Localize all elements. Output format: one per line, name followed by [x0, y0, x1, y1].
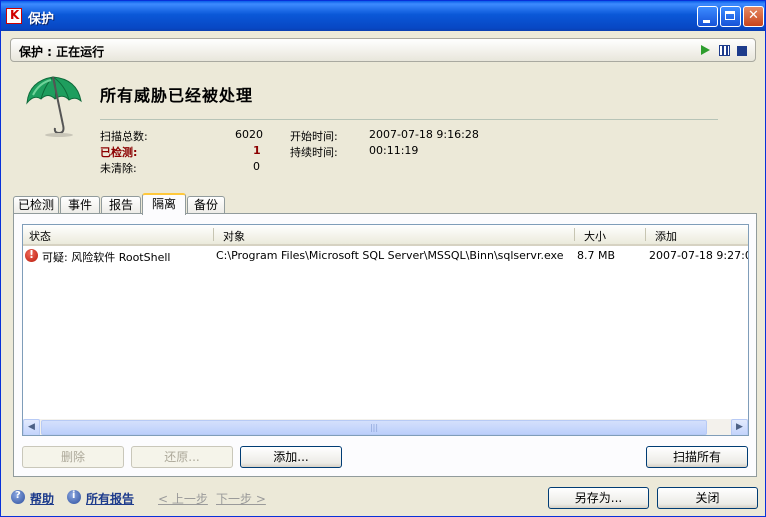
restore-button[interactable]: 还原...	[131, 446, 233, 468]
uncleaned-label: 未清除:	[100, 162, 137, 175]
tab-events[interactable]: 事件	[60, 196, 100, 214]
scan-all-button[interactable]: 扫描所有	[646, 446, 748, 468]
tab-quarantine[interactable]: 隔离	[142, 193, 186, 215]
close-button[interactable]: 关闭	[657, 487, 758, 509]
window-title: 保护	[28, 12, 55, 27]
warning-icon	[25, 248, 38, 262]
start-time-label: 开始时间:	[290, 130, 338, 143]
duration-label: 持续时间:	[290, 146, 338, 159]
umbrella-icon	[26, 76, 82, 137]
table-row[interactable]: 可疑: 风险软件 RootShell C:\Program Files\Micr…	[23, 247, 748, 265]
add-button[interactable]: 添加...	[240, 446, 342, 468]
help-icon[interactable]	[11, 490, 25, 504]
close-window-button[interactable]	[743, 6, 764, 27]
row-status: 可疑: 风险软件 RootShell	[42, 251, 171, 264]
duration-value: 00:11:19	[369, 144, 419, 157]
maximize-button[interactable]	[720, 6, 741, 27]
uncleaned-value: 0	[253, 160, 260, 173]
status-text: 保护 : 正在运行	[19, 45, 105, 59]
quarantine-panel: 状态 对象 大小 添加 可疑: 风险软件 RootShell C:\Progra…	[13, 213, 757, 477]
protection-window: 保护 保护 : 正在运行 所有威胁已经被处理 扫描总数: 6020 已检测: 1…	[0, 0, 766, 517]
row-added: 2007-07-18 9:27:00	[649, 249, 749, 262]
quarantine-list[interactable]: 状态 对象 大小 添加 可疑: 风险软件 RootShell C:\Progra…	[22, 224, 749, 436]
status-bar: 保护 : 正在运行	[10, 38, 756, 62]
all-reports-link[interactable]: 所有报告	[86, 490, 134, 507]
scroll-left-button[interactable]: ◀	[23, 419, 40, 435]
divider	[100, 119, 718, 120]
minimize-button[interactable]	[697, 6, 718, 27]
info-icon[interactable]	[67, 490, 81, 504]
scroll-thumb[interactable]: |||	[41, 420, 707, 435]
column-status[interactable]: 状态	[29, 228, 51, 244]
row-size: 8.7 MB	[577, 249, 616, 262]
stop-icon[interactable]	[737, 46, 747, 56]
detected-label: 已检测:	[100, 146, 138, 159]
tab-detected[interactable]: 已检测	[13, 196, 59, 214]
detected-value: 1	[253, 144, 261, 157]
scanned-label: 扫描总数:	[100, 130, 148, 143]
horizontal-scrollbar[interactable]: ◀ ||| ▶	[23, 419, 748, 435]
result-headline: 所有威胁已经被处理	[100, 86, 254, 105]
scroll-right-button[interactable]: ▶	[731, 419, 748, 435]
kaspersky-logo-icon	[6, 8, 22, 24]
list-header: 状态 对象 大小 添加	[23, 225, 748, 246]
prev-step-link[interactable]: < 上一步	[158, 490, 208, 507]
scanned-value: 6020	[235, 128, 263, 141]
tab-backup[interactable]: 备份	[187, 196, 225, 214]
tab-reports[interactable]: 报告	[101, 196, 141, 214]
help-link[interactable]: 帮助	[30, 490, 54, 507]
pause-icon[interactable]	[719, 45, 730, 56]
title-bar[interactable]: 保护	[1, 1, 765, 31]
delete-button[interactable]: 删除	[22, 446, 124, 468]
column-size[interactable]: 大小	[584, 228, 606, 244]
save-as-button[interactable]: 另存为...	[548, 487, 649, 509]
row-object: C:\Program Files\Microsoft SQL Server\MS…	[216, 249, 564, 262]
column-separator[interactable]	[645, 228, 646, 241]
next-step-link[interactable]: 下一步 >	[216, 490, 266, 507]
column-added[interactable]: 添加	[655, 228, 677, 244]
column-object[interactable]: 对象	[223, 228, 245, 244]
column-separator[interactable]	[213, 228, 214, 241]
start-time-value: 2007-07-18 9:16:28	[369, 128, 479, 141]
play-icon[interactable]	[701, 45, 710, 55]
column-separator[interactable]	[574, 228, 575, 241]
